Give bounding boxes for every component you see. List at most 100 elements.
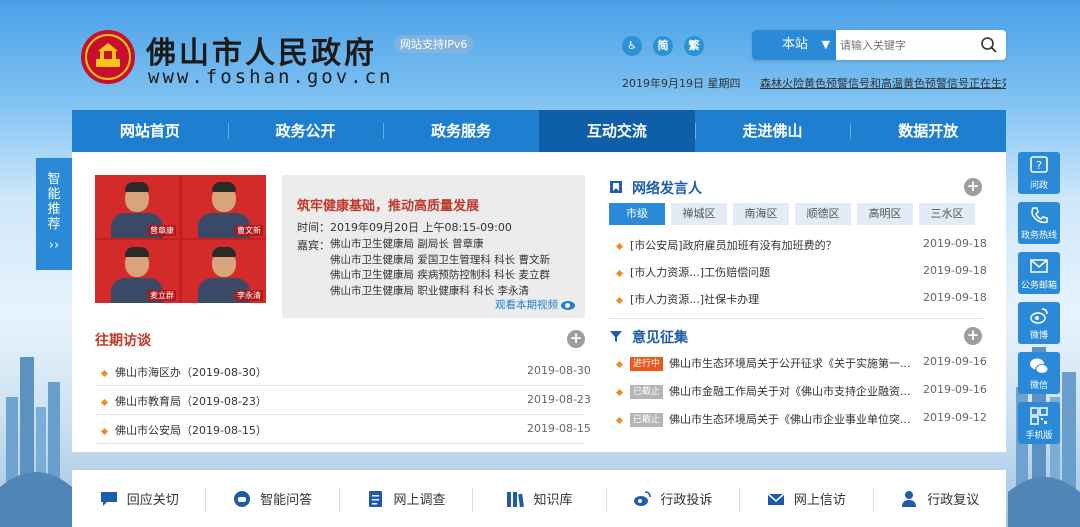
tab-gaoming[interactable]: 高明区 (857, 203, 913, 225)
nav-item-gov-services[interactable]: 政务服务 (383, 110, 539, 152)
interview-title[interactable]: 筑牢健康基础，推动高质量发展 (297, 195, 479, 214)
service-respond-concerns[interactable]: 回应关切 (72, 470, 205, 527)
list-item[interactable]: 佛山市教育局（2019-08-23） (100, 393, 267, 409)
network-post-date: 2019-09-18 (923, 291, 987, 304)
district-tabs: 市级 禅城区 南海区 顺德区 高明区 三水区 (609, 203, 983, 225)
tab-city[interactable]: 市级 (609, 203, 665, 225)
list-item[interactable]: 已截止 佛山市生态环境局关于《佛山市企业事业单位突... (615, 411, 911, 427)
main-nav: 网站首页 政务公开 政务服务 互动交流 走进佛山 数据开放 (72, 110, 1006, 152)
list-item[interactable]: [市人力资源...]社保卡办理 (615, 291, 759, 307)
tab-chancheng[interactable]: 禅城区 (671, 203, 727, 225)
question-icon: ? (1030, 156, 1048, 173)
interview-guests-list: 佛山市卫生健康局 副局长 曾章康 佛山市卫生健康局 爱国卫生管理科 科长 曹文新… (330, 237, 550, 299)
service-smart-qa[interactable]: 智能问答 (205, 470, 338, 527)
opinion-text: 佛山市生态环境局关于公开征求《关于实施第一... (669, 357, 911, 370)
opinion-text: 佛山市金融工作局关于对《佛山市支持企业融资... (669, 385, 911, 398)
service-label: 智能问答 (260, 493, 313, 508)
survey-icon (368, 490, 382, 507)
tab-shunde[interactable]: 顺德区 (795, 203, 851, 225)
search-scope-select[interactable]: 本站 ▼ (752, 30, 836, 60)
service-online-petition[interactable]: 网上信访 (739, 470, 872, 527)
guest-photo: 曾章康 (95, 175, 179, 238)
nav-item-interaction[interactable]: 互动交流 (539, 110, 695, 152)
list-item[interactable]: [市人力资源...]工伤赔偿问题 (615, 264, 771, 280)
service-admin-complaint[interactable]: 行政投诉 (605, 470, 739, 527)
opinion-date: 2019-09-16 (923, 383, 987, 396)
list-item[interactable]: 已截止 佛山市金融工作局关于对《佛山市支持企业融资... (615, 383, 911, 399)
network-post-date: 2019-09-18 (923, 237, 987, 250)
right-bar-weibo[interactable]: 微博 (1018, 302, 1060, 344)
nav-item-open-data[interactable]: 数据开放 (850, 110, 1006, 152)
search-icon[interactable] (980, 36, 998, 54)
complaint-icon (634, 490, 652, 506)
right-bar-mail[interactable]: 公务邮箱 (1018, 252, 1060, 294)
watch-video-link[interactable]: 观看本期视频 (495, 297, 575, 312)
review-icon (902, 490, 917, 507)
guest-photos[interactable]: 曾章康 曹文新 麦立群 李永清 (95, 175, 266, 303)
right-float-bar: ? 问政 政务热线 公务邮箱 微博 微信 手机版 (1018, 152, 1060, 452)
right-bar-mobile[interactable]: 手机版 (1018, 402, 1060, 444)
wechat-icon (1030, 358, 1049, 374)
past-interview-date: 2019-08-23 (527, 393, 591, 406)
network-post-text: [市人力资源...]工伤赔偿问题 (630, 266, 771, 279)
smart-recommend-label: 智能推荐 (47, 172, 61, 232)
right-bar-wechat-label: 微信 (1029, 381, 1048, 391)
right-bar-inquiry-label: 问政 (1029, 181, 1048, 191)
nav-item-gov-affairs[interactable]: 政务公开 (227, 110, 384, 152)
service-label: 行政复议 (927, 493, 980, 508)
smart-recommend-tab[interactable]: 智能推荐 ›› (36, 158, 72, 270)
traditional-chinese-icon[interactable]: 繁 (684, 36, 704, 56)
opinion-date: 2019-09-16 (923, 355, 987, 368)
site-url[interactable]: www.foshan.gov.cn (148, 66, 393, 88)
double-chevron-icon: ›› (48, 238, 60, 253)
tab-sanshui[interactable]: 三水区 (919, 203, 975, 225)
guest-photo: 曹文新 (182, 175, 266, 238)
search-scope-label: 本站 (782, 37, 809, 52)
past-interview-date: 2019-08-15 (527, 422, 591, 435)
right-bar-wechat[interactable]: 微信 (1018, 352, 1060, 394)
service-knowledge-base[interactable]: 知识库 (472, 470, 605, 527)
interview-guest: 佛山市卫生健康局 副局长 曾章康 (330, 238, 484, 250)
list-item[interactable]: 佛山市公安局（2019-08-15） (100, 422, 267, 438)
government-emblem-logo[interactable] (80, 29, 136, 85)
service-admin-review[interactable]: 行政复议 (872, 470, 1006, 527)
interview-info-card: 筑牢健康基础，推动高质量发展 时间：2019年09月20日 上午08:15-09… (282, 175, 585, 318)
interview-guest: 佛山市卫生健康局 疾病预防控制科 科长 麦立群 (330, 269, 551, 281)
chevron-down-icon: ▼ (821, 38, 830, 51)
network-post-date: 2019-09-18 (923, 264, 987, 277)
list-item[interactable]: 佛山市海区办（2019-08-30） (100, 364, 267, 380)
nav-item-home[interactable]: 网站首页 (72, 110, 228, 152)
past-interview-text: 佛山市教育局（2019-08-23） (115, 395, 267, 408)
accessibility-icon[interactable]: ♿ (622, 36, 642, 56)
network-posts-more-button[interactable]: + (964, 178, 982, 196)
guest-photo-name: 曹文新 (235, 225, 263, 236)
network-spokesperson-title: 网络发言人 (632, 181, 702, 197)
weibo-icon (1030, 308, 1048, 324)
tab-nanhai[interactable]: 南海区 (733, 203, 789, 225)
opinion-more-button[interactable]: + (964, 327, 982, 345)
weather-alert-link[interactable]: 森林火险黄色预警信号和高温黄色预警信号正在生效 (760, 75, 1006, 91)
service-online-survey[interactable]: 网上调查 (338, 470, 472, 527)
bullet-icon (615, 269, 624, 277)
bullet-icon (100, 427, 109, 435)
current-date: 2019年9月19日 星期四 (622, 77, 741, 90)
funnel-icon (610, 331, 622, 342)
past-interviews-more-button[interactable]: + (567, 330, 585, 348)
right-bar-inquiry[interactable]: ? 问政 (1018, 152, 1060, 194)
simplified-chinese-icon[interactable]: 简 (653, 36, 673, 56)
guest-photo-name: 麦立群 (148, 290, 176, 301)
nav-item-about-foshan[interactable]: 走进佛山 (694, 110, 851, 152)
list-item[interactable]: [市公安局]政府雇员加班有没有加班费的？ (615, 237, 837, 253)
search-input[interactable] (840, 34, 976, 56)
list-item[interactable]: 进行中 佛山市生态环境局关于公开征求《关于实施第一... (615, 355, 911, 371)
bullet-icon (615, 388, 624, 396)
chat-icon (100, 491, 117, 506)
right-bar-hotline[interactable]: 政务热线 (1018, 202, 1060, 244)
robot-icon (234, 490, 251, 507)
right-bar-hotline-label: 政务热线 (1020, 231, 1057, 241)
right-bar-mobile-label: 手机版 (1025, 431, 1053, 441)
opinion-date: 2019-09-12 (923, 411, 987, 424)
interview-guests-label: 嘉宾： (297, 239, 330, 252)
status-badge: 已截止 (630, 385, 664, 399)
bullet-icon (100, 398, 109, 406)
